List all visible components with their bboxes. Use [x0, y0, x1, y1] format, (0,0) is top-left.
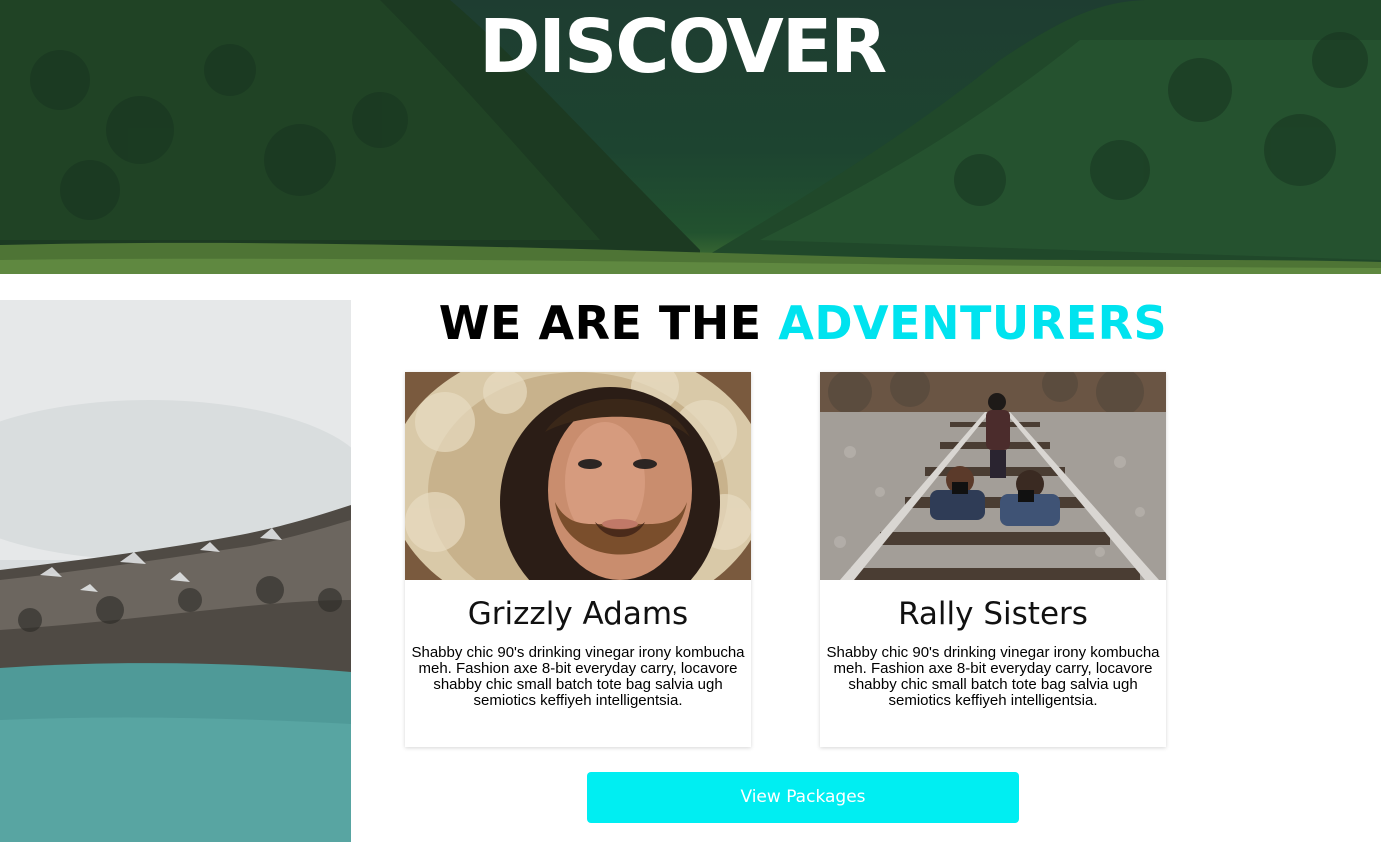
adventurer-card: Rally Sisters Shabby chic 90's drinking … — [820, 372, 1166, 747]
railway-photographers-photo — [820, 372, 1166, 580]
card-title: Grizzly Adams — [467, 596, 689, 632]
lake-mountain-image — [0, 300, 351, 842]
adventurer-card: Grizzly Adams Shabby chic 90's drinking … — [405, 372, 751, 747]
bearded-man-photo — [405, 372, 751, 580]
view-packages-button[interactable]: View Packages — [587, 772, 1019, 823]
section-title-prefix: WE ARE THE — [438, 296, 779, 350]
card-description: Shabby chic 90's drinking vinegar irony … — [411, 644, 745, 709]
section-title: WE ARE THE ADVENTURERS — [405, 292, 1201, 354]
hero-banner: DISCOVER — [0, 0, 1381, 274]
card-description: Shabby chic 90's drinking vinegar irony … — [826, 644, 1160, 709]
hero-title: DISCOVER — [479, 4, 887, 90]
section-title-highlight: ADVENTURERS — [778, 296, 1168, 350]
card-title: Rally Sisters — [898, 596, 1088, 632]
